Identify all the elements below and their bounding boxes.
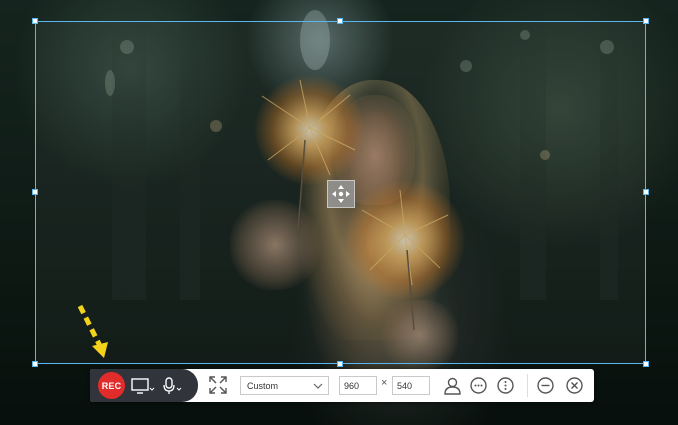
webcam-button[interactable] [443,376,462,395]
resize-handle-top-right[interactable] [643,18,649,24]
recording-toolbar: REC Custom 960 × 540 [90,369,594,402]
hint-arrow-icon [77,304,108,358]
resize-handle-left[interactable] [32,189,38,195]
more-options-button[interactable] [496,376,515,395]
move-handle[interactable] [327,180,355,208]
screen-source-button[interactable] [131,377,155,395]
monitor-icon [131,377,155,394]
resize-handle-top-left[interactable] [32,18,38,24]
minus-circle-icon [537,377,554,394]
resize-handle-bottom-right[interactable] [643,361,649,367]
expand-icon [209,376,227,394]
user-icon [444,377,461,395]
times-separator: × [381,377,388,389]
more-vertical-icon [497,377,514,394]
height-input[interactable]: 540 [392,376,430,395]
chat-button[interactable] [469,376,488,395]
chevron-down-icon [313,383,323,389]
width-input[interactable]: 960 [339,376,377,395]
close-button[interactable] [565,376,584,395]
screen-capture-stage: REC Custom 960 × 540 [0,0,678,425]
toolbar-divider [527,374,528,397]
close-circle-icon [566,377,583,394]
fullscreen-button[interactable] [208,375,228,400]
rec-panel: REC [90,369,198,402]
chat-icon [470,377,487,394]
microphone-icon [163,376,182,394]
move-arrows-icon [332,185,350,203]
size-preset-select[interactable]: Custom [240,376,329,395]
resize-handle-bottom[interactable] [337,361,343,367]
rec-button[interactable]: REC [98,372,125,399]
resize-handle-top[interactable] [337,18,343,24]
resize-handle-right[interactable] [643,189,649,195]
minimize-button[interactable] [536,376,555,395]
size-preset-value: Custom [247,380,279,391]
resize-handle-bottom-left[interactable] [32,361,38,367]
microphone-button[interactable] [161,376,183,395]
